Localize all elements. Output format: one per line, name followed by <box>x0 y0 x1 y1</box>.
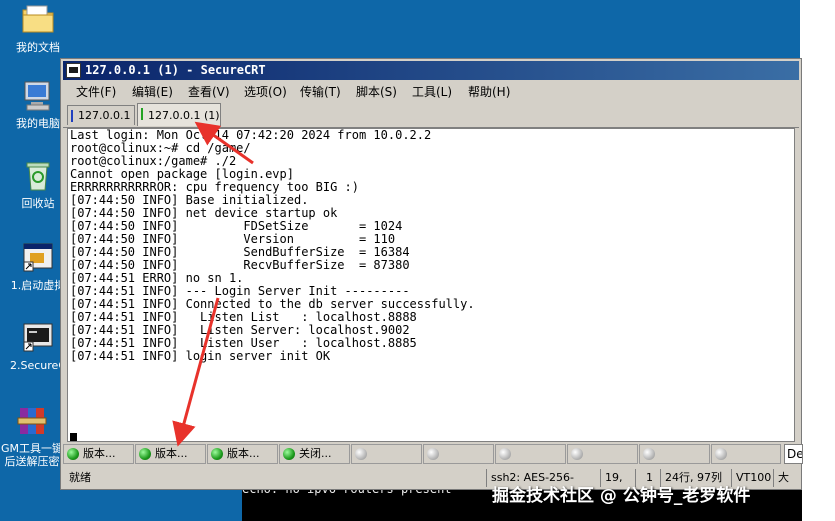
window-title: 127.0.0.1 (1) - SecureCRT <box>85 63 266 77</box>
securecrt-window[interactable]: 127.0.0.1 (1) - SecureCRT 文件(F) 编辑(E) 查看… <box>60 58 803 502</box>
session-tab-bar: 127.0.0.1 127.0.0.1 (1) <box>63 101 799 128</box>
desktop-icon-label: 我的文档 <box>16 41 60 54</box>
button-bar: 版本... 版本... 版本... 关闭... <box>63 443 799 465</box>
tab-session-2[interactable]: 127.0.0.1 (1) <box>137 103 221 126</box>
watermark-text: 掘金技术社区 @ 公钟号_老罗软件 <box>492 486 751 506</box>
status-led-icon <box>283 448 295 460</box>
status-led-icon <box>139 448 151 460</box>
status-led-icon <box>715 448 727 460</box>
status-led-icon <box>355 448 367 460</box>
button-bar-dropdown[interactable]: De <box>784 444 803 464</box>
desktop-icon-my-documents[interactable]: 我的文档 <box>3 4 73 54</box>
menu-bar: 文件(F) 编辑(E) 查看(V) 选项(O) 传输(T) 脚本(S) 工具(L… <box>63 81 799 100</box>
menu-tools[interactable]: 工具(L) <box>412 83 452 100</box>
button-bar-button[interactable]: 关闭... <box>279 444 350 464</box>
menu-file[interactable]: 文件(F) <box>76 83 116 100</box>
tab-label: 127.0.0.1 (1) <box>148 109 220 122</box>
button-bar-button[interactable] <box>711 444 781 464</box>
button-bar-button[interactable] <box>639 444 710 464</box>
button-bar-button[interactable] <box>495 444 566 464</box>
terminal-cursor <box>70 433 77 441</box>
button-bar-label: 版本... <box>227 447 260 460</box>
terminal-lines: Last login: Mon Oct 14 07:42:20 2024 fro… <box>70 129 475 363</box>
dropdown-value: De <box>787 447 803 461</box>
recycle-bin-icon <box>21 160 55 194</box>
button-bar-label: 版本... <box>155 447 188 460</box>
desktop-icon-label: GM工具一键后送解压密 <box>0 442 63 468</box>
status-led-icon <box>427 448 439 460</box>
button-bar-label: 关闭... <box>299 447 332 460</box>
menu-edit[interactable]: 编辑(E) <box>132 83 173 100</box>
status-led-icon <box>571 448 583 460</box>
archive-icon <box>15 405 49 439</box>
session-status-mark <box>71 110 73 122</box>
computer-icon <box>21 80 55 114</box>
terminal-output[interactable]: Last login: Mon Oct 14 07:42:20 2024 fro… <box>67 128 795 442</box>
status-led-icon <box>643 448 655 460</box>
background-window-edge <box>800 0 835 521</box>
button-bar-button[interactable] <box>351 444 422 464</box>
menu-help[interactable]: 帮助(H) <box>468 83 510 100</box>
status-led-icon <box>499 448 511 460</box>
menu-transfer[interactable]: 传输(T) <box>300 83 341 100</box>
tab-label: 127.0.0.1 <box>78 109 131 122</box>
status-led-icon <box>67 448 79 460</box>
title-bar[interactable]: 127.0.0.1 (1) - SecureCRT <box>63 61 799 80</box>
button-bar-label: 版本... <box>83 447 116 460</box>
menu-view[interactable]: 查看(V) <box>188 83 230 100</box>
button-bar-button[interactable]: 版本... <box>135 444 206 464</box>
terminal-line: [07:44:51 INFO] login server init OK <box>70 349 331 363</box>
button-bar-button[interactable] <box>567 444 638 464</box>
securecrt-shortcut-icon <box>21 322 55 356</box>
menu-options[interactable]: 选项(O) <box>244 83 287 100</box>
terminal-app-icon <box>66 63 81 78</box>
button-bar-button[interactable]: 版本... <box>207 444 278 464</box>
menu-script[interactable]: 脚本(S) <box>356 83 397 100</box>
desktop-icon-gm-tool[interactable]: GM工具一键后送解压密 <box>0 405 66 468</box>
folder-icon <box>21 4 55 38</box>
button-bar-button[interactable] <box>423 444 494 464</box>
tab-session-1[interactable]: 127.0.0.1 <box>67 105 135 125</box>
status-caps: 大写 <box>773 469 799 487</box>
button-bar-button[interactable]: 版本... <box>63 444 134 464</box>
session-status-mark <box>141 108 143 120</box>
status-led-icon <box>211 448 223 460</box>
status-ready: 就绪 <box>69 471 91 484</box>
shortcut-app-icon <box>21 242 55 276</box>
